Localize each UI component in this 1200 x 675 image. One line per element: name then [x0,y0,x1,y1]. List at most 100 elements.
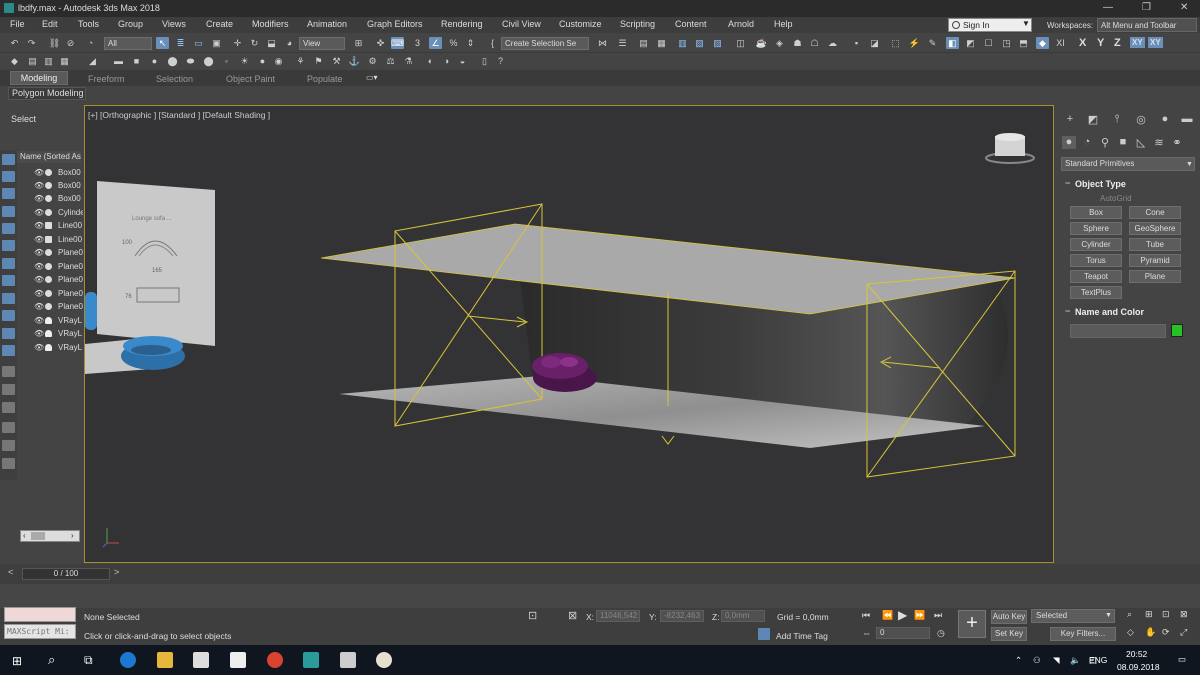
geometry-category-icon[interactable]: ● [1062,136,1076,149]
viewport-label[interactable]: [+] [Orthographic ] [Standard ] [Default… [88,110,270,120]
angle-snap-icon[interactable]: ∠ [429,37,442,49]
object-name-field[interactable] [1070,324,1166,338]
notifications-icon[interactable]: ▭ [1178,654,1186,665]
utilities-tab-icon[interactable]: ▬ [1180,113,1194,126]
play-icon[interactable]: ▶ [898,608,907,622]
layer-explorer-icon[interactable]: ▦ [655,37,668,49]
name-color-rollout[interactable]: − Name and Color [1063,305,1195,319]
search-icon[interactable]: ⌕ [48,652,55,668]
list-item[interactable]: 👁 Plane0 [17,288,83,300]
toggle-ribbon-icon[interactable]: ▥ [676,37,689,49]
modeling-tool-5-icon[interactable]: ◢ [86,55,99,67]
menu-group[interactable]: Group [118,19,143,29]
file-explorer-icon[interactable] [157,652,173,668]
time-config-icon[interactable]: ◷ [937,628,945,639]
create-tab-icon[interactable]: + [1063,113,1077,126]
list-item[interactable]: 👁 Line00 [17,220,83,232]
add-time-tag[interactable]: Add Time Tag [776,631,828,641]
scroll-left-icon[interactable]: ‹ [23,531,26,540]
capsule-prim-icon[interactable]: ⬬ [184,55,197,67]
filter-shapes-icon[interactable] [2,171,15,182]
scroll-thumb[interactable] [31,532,45,540]
list-item[interactable]: 👁 VRayL [17,328,83,340]
spinner-snap-icon[interactable]: ⇕ [464,37,477,49]
percent-snap-icon[interactable]: % [447,37,460,49]
unlink-icon[interactable]: ⊘ [64,37,77,49]
box-button[interactable]: Box [1070,206,1122,219]
shapes-category-icon[interactable]: ◔ [1080,136,1094,149]
filter-bones-icon[interactable] [2,293,15,304]
disc-prim-icon[interactable]: ⬤ [166,55,179,67]
filter-groups-icon[interactable] [2,258,15,269]
primitive-type-dropdown[interactable]: Standard Primitives ▼ [1061,157,1195,171]
people-icon[interactable]: ⚇ [1033,655,1041,666]
time-prev-icon[interactable]: < [8,567,13,577]
tool-i-icon[interactable]: ◑ [440,55,453,67]
sphere-light-icon[interactable]: ● [256,55,269,67]
menu-file[interactable]: File [10,19,25,29]
menu-customize[interactable]: Customize [559,19,602,29]
vray-light-icon[interactable]: ☐ [982,37,995,49]
lights-category-icon[interactable]: ⚲ [1098,136,1112,149]
list-item[interactable]: 👁 VRayL [17,315,83,327]
display-tab-icon[interactable]: ● [1158,113,1172,126]
cone-button[interactable]: Cone [1129,206,1181,219]
track-bar[interactable] [0,584,1200,608]
list-item[interactable]: 👁 Cylinde [17,207,83,219]
edge-icon[interactable] [120,652,136,668]
modeling-tool-2-icon[interactable]: ▤ [26,55,39,67]
selected-dropdown[interactable]: Selected ▼ [1031,609,1115,623]
undo-icon[interactable]: ↶ [8,37,21,49]
tab-populate[interactable]: Populate [307,74,343,84]
filter-frozen-icon[interactable] [2,328,15,339]
zoom-icon[interactable]: ⌕ [1127,609,1132,620]
visibility-icon[interactable]: 👁 [34,181,44,190]
hierarchy-tab-icon[interactable]: ⫯ [1110,113,1124,126]
vray-sphere-icon[interactable]: ◩ [964,37,977,49]
select-by-name-icon[interactable]: ≣ [174,37,187,49]
list-item[interactable]: 👁 Plane0 [17,274,83,286]
scene-explorer-icon[interactable]: ▤ [637,37,650,49]
list-item[interactable]: 👁 Box00 [17,193,83,205]
tab-freeform[interactable]: Freeform [88,74,125,84]
maxscript-mini-listener[interactable]: MAXScript Mi: [4,624,76,639]
light-icon[interactable]: ☀ [238,55,251,67]
menu-scripting[interactable]: Scripting [620,19,655,29]
motion-tab-icon[interactable]: ◎ [1134,113,1148,126]
goto-end-icon[interactable]: ⏭ [934,610,942,621]
vray-fur-icon[interactable]: ⬒ [1017,37,1030,49]
viewport-scene[interactable]: Lounge sofa ... 100 165 76 [85,106,1054,563]
volume-icon[interactable]: 🔈 [1070,655,1081,666]
z-coordinate-field[interactable]: 0,0mm [721,610,765,622]
clock-time[interactable]: 20:52 [1126,649,1147,659]
filter-helpers-icon[interactable] [2,223,15,234]
tool-e-icon[interactable]: ⚙ [366,55,379,67]
autogrid-checkbox[interactable]: AutoGrid [1087,194,1132,203]
vray-tools-icon[interactable]: ◧ [946,37,959,49]
cameras-category-icon[interactable]: ■ [1116,136,1130,149]
filter-cameras-icon[interactable] [2,206,15,217]
visibility-icon[interactable]: 👁 [34,235,44,244]
viewport-orthographic[interactable]: Lounge sofa ... 100 165 76 [84,105,1054,563]
filter-hidden-icon[interactable] [2,345,15,356]
task-view-icon[interactable]: ⧉ [84,653,93,668]
funnel-icon[interactable] [2,440,15,451]
tool-c-icon[interactable]: ⚒ [330,55,343,67]
render-setup-icon[interactable]: ☕ [755,37,768,49]
visibility-icon[interactable]: 👁 [34,289,44,298]
visibility-icon[interactable]: 👁 [34,275,44,284]
menu-tools[interactable]: Tools [78,19,99,29]
filter-containers-icon[interactable] [2,310,15,321]
tool-f-icon[interactable]: ⚖ [384,55,397,67]
tool-b-icon[interactable]: ⚑ [312,55,325,67]
visibility-icon[interactable]: 👁 [34,221,44,230]
axis-y-button[interactable]: Y [1097,37,1104,49]
maximize-button[interactable]: ❐ [1142,2,1151,13]
modeling-tool-4-icon[interactable]: ▦ [58,55,71,67]
schematic-view-icon[interactable]: ▨ [711,37,724,49]
menu-content[interactable]: Content [675,19,707,29]
minimize-button[interactable]: — [1103,2,1113,13]
plane-button[interactable]: Plane [1129,270,1181,283]
maxscript-listener-input[interactable] [4,607,76,622]
tray-chevron-icon[interactable]: ⌃ [1015,655,1022,666]
